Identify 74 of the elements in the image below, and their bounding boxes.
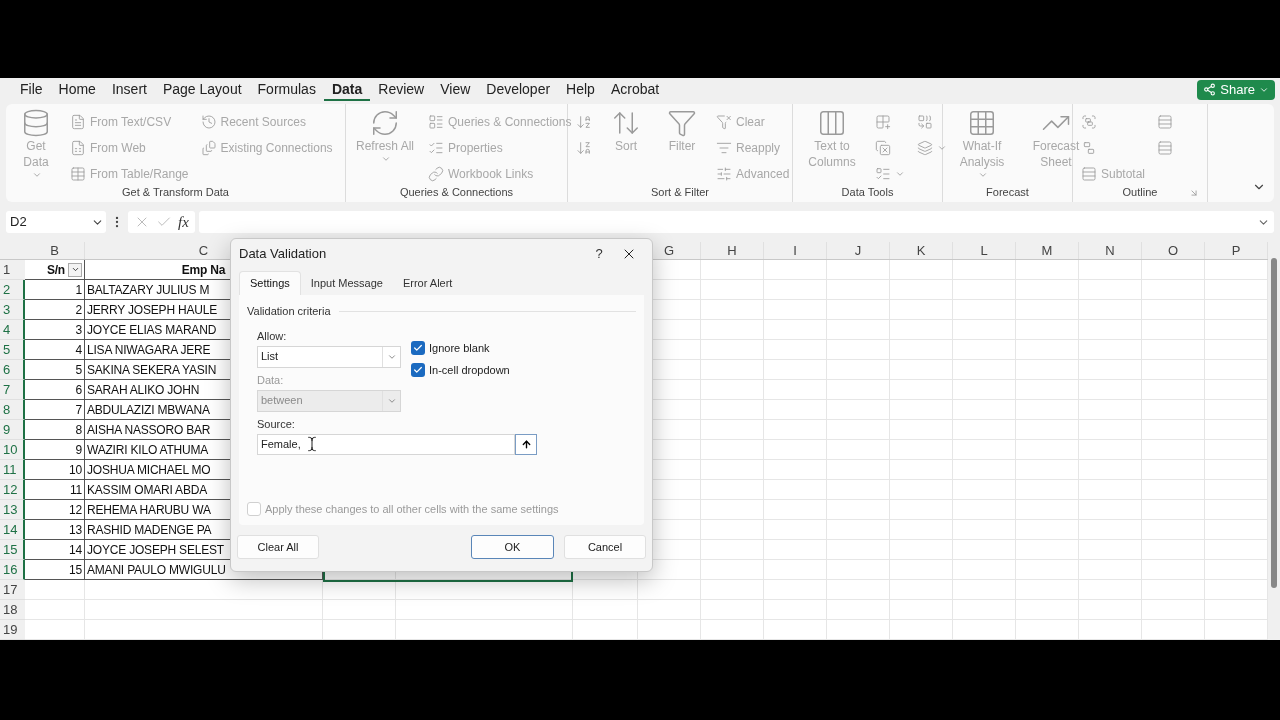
group-label: Forecast [986, 185, 1029, 201]
row-header[interactable]: 17 [0, 580, 25, 600]
row-header[interactable]: 16 [0, 560, 25, 580]
menu-tab[interactable]: Home [50, 78, 104, 101]
column-header[interactable]: N [1079, 242, 1142, 259]
table-cell: 13 [25, 520, 85, 540]
group-label: Outline [1122, 185, 1158, 201]
row-header[interactable]: 9 [0, 420, 25, 440]
checkbox-label: In-cell dropdown [429, 363, 510, 378]
row-header[interactable]: 15 [0, 540, 25, 560]
row-header[interactable]: 1 [0, 260, 25, 280]
column-title: S/n [46, 261, 65, 279]
menu-tab[interactable]: Acrobat [602, 78, 668, 101]
column-header[interactable]: K [890, 242, 953, 259]
row-header[interactable]: 12 [0, 480, 25, 500]
table-cell: 14 [25, 540, 85, 560]
source-field[interactable]: Female, [257, 433, 515, 455]
column-header[interactable]: H [701, 242, 764, 259]
group-label: Sort & Filter [650, 185, 710, 201]
dialog-tab[interactable]: Settings [239, 271, 301, 295]
column-header[interactable]: B [25, 242, 85, 259]
row-header[interactable]: 14 [0, 520, 25, 540]
table-cell: 7 [25, 400, 85, 420]
menu-tab[interactable]: Formulas [249, 78, 324, 101]
table-cell: 8 [25, 420, 85, 440]
dropdown-field[interactable]: List [257, 345, 401, 368]
menu-tab[interactable]: Developer [478, 78, 559, 101]
insert-function-button[interactable]: fx [178, 210, 189, 234]
row-header[interactable]: 6 [0, 360, 25, 380]
table-cell: 11 [25, 480, 85, 500]
row-header[interactable]: 7 [0, 380, 25, 400]
row-header[interactable]: 18 [0, 600, 25, 620]
row-header[interactable]: 8 [0, 400, 25, 420]
group-label: Get & Transform Data [122, 185, 229, 201]
column-header[interactable]: I [764, 242, 827, 259]
row-header[interactable]: 11 [0, 460, 25, 480]
table-cell: 15 [25, 560, 85, 580]
menu-tab[interactable]: Data [323, 78, 371, 101]
menu-tab[interactable]: Help [558, 78, 603, 101]
table-cell: 10 [25, 460, 85, 480]
dialog-button[interactable]: OK [471, 535, 554, 559]
table-cell: 2 [25, 300, 85, 320]
row-header[interactable]: 13 [0, 500, 25, 520]
table-cell: 3 [25, 320, 85, 340]
table-cell: 9 [25, 440, 85, 460]
table-cell: 12 [25, 500, 85, 520]
row-header[interactable]: 19 [0, 620, 25, 640]
group-label: Queries & Connections [399, 185, 514, 201]
row-header[interactable]: 3 [0, 300, 25, 320]
menu-tab[interactable]: Insert [103, 78, 155, 101]
row-header[interactable]: 10 [0, 440, 25, 460]
table-cell: 1 [25, 280, 85, 300]
table-cell: 4 [25, 340, 85, 360]
table-cell: 5 [25, 360, 85, 380]
help-button[interactable]: ? [584, 244, 614, 264]
group-label: Data Tools [841, 185, 894, 201]
share-button[interactable]: Share [1197, 79, 1275, 100]
column-header[interactable]: O [1142, 242, 1205, 259]
column-header[interactable]: L [953, 242, 1016, 259]
dialog-tab[interactable]: Error Alert [392, 271, 463, 295]
dialog-button[interactable]: Cancel [564, 535, 646, 559]
dialog-button[interactable]: Clear All [237, 535, 319, 559]
menu-tab[interactable]: View [432, 78, 479, 101]
menu-tab[interactable]: Page Layout [154, 78, 250, 101]
menu-tab[interactable]: File [12, 78, 51, 101]
column-header[interactable]: J [827, 242, 890, 259]
menu-tab[interactable]: Review [370, 78, 433, 101]
column-header[interactable]: M [1016, 242, 1079, 259]
checkbox-label: Ignore blank [429, 340, 490, 356]
row-header[interactable]: 2 [0, 280, 25, 300]
row-header[interactable]: 5 [0, 340, 25, 360]
row-header[interactable]: 4 [0, 320, 25, 340]
table-cell: 6 [25, 380, 85, 400]
name-box[interactable]: D2 [6, 211, 106, 234]
